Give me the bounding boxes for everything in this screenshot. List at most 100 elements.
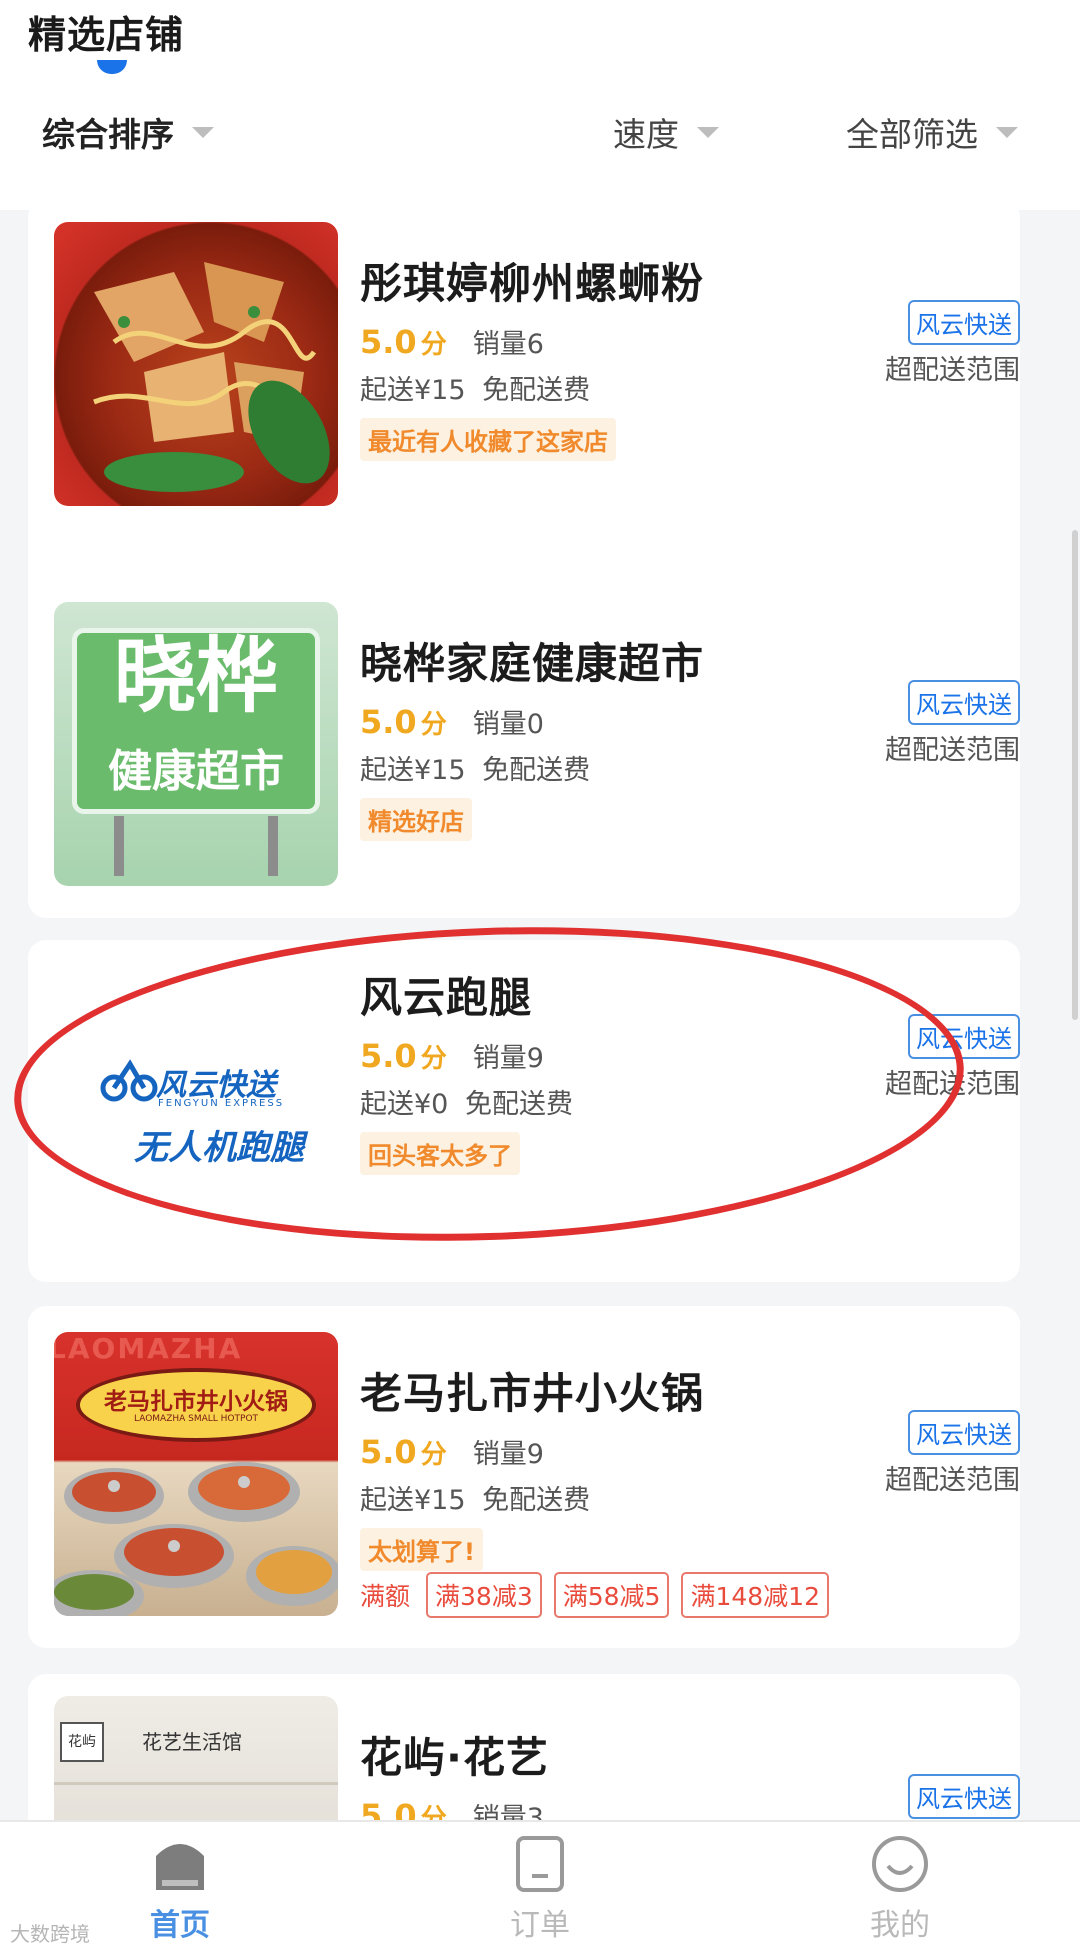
shop-thumbnail[interactable] [54,222,338,506]
sales-count: 销量9 [472,1043,544,1074]
delivery-fee: 免配送费 [482,1485,591,1516]
nav-profile[interactable]: 我的 [830,1834,970,1944]
sales-count: 销量0 [472,709,544,740]
hotpot-image [54,1462,338,1616]
rating-row: 5.0 分 销量6 [360,322,544,361]
nav-label: 订单 [510,1908,570,1943]
min-order: 起送¥0 [360,1089,449,1120]
promo-tag: 最近有人收藏了这家店 [360,418,616,461]
min-order: 起送¥15 [360,375,466,406]
promo-tag: 精选好店 [360,798,472,841]
delivery-badge: 风云快送 [908,300,1020,345]
thumb-text-small: 健康超市 [108,746,284,797]
shop-name[interactable]: 老马扎市井小火锅 [360,1360,704,1421]
sort-filter[interactable]: 综合排序 [42,108,214,156]
discount-label: 满额 [360,1582,411,1611]
speed-filter[interactable]: 速度 [613,108,719,156]
all-filter[interactable]: 全部筛选 [846,108,1018,156]
shop-thumbnail[interactable]: 风云快送 FENGYUN EXPRESS 无人机跑腿 [54,966,338,1250]
section-title: 精选店铺 [28,13,185,57]
header: 精选店铺 综合排序 速度 全部筛选 [0,0,1080,210]
range-text: 超配送范围 [885,1465,1020,1496]
sales-count: 销量6 [472,329,544,360]
chevron-down-icon [192,126,214,138]
shop-name[interactable]: 彤琪婷柳州螺蛳粉 [360,250,704,311]
chevron-down-icon [697,126,719,138]
thumb-text-big: 晓桦 [113,629,278,724]
rating-row: 5.0 分 销量9 [360,1036,544,1075]
bottom-nav: 首页 订单 我的 [0,1820,1080,1958]
discount-chip: 满148减12 [681,1572,829,1618]
score-unit: 分 [420,710,447,740]
shop-card[interactable]: 晓桦 健康超市 晓桦家庭健康超市 5.0 分 销量0 起送¥15 免配送费 精选… [28,576,1020,918]
shop-thumbnail[interactable]: 花屿 花艺生活馆 [54,1696,338,1820]
logo-sub: FENGYUN EXPRESS [158,1098,285,1109]
promo-tag: 回头客太多了 [360,1132,520,1175]
thumb-logo: 花屿 [60,1722,104,1762]
min-order: 起送¥15 [360,755,466,786]
chevron-down-icon [996,126,1018,138]
order-icon [516,1836,564,1892]
speed-filter-label: 速度 [613,115,679,154]
delivery-badge: 风云快送 [908,1410,1020,1455]
nav-home[interactable]: 首页 [110,1834,250,1944]
rating-row: 5.0 分 销量9 [360,1432,544,1471]
score-unit: 分 [420,330,447,360]
range-text: 超配送范围 [885,355,1020,386]
sort-filter-label: 综合排序 [42,115,174,154]
nav-order[interactable]: 订单 [470,1834,610,1944]
shop-card[interactable]: 风云快送 FENGYUN EXPRESS 无人机跑腿 风云跑腿 5.0 分 销量… [28,940,1020,1282]
score-unit: 分 [420,1044,447,1074]
score: 5.0 [360,703,417,741]
range-text: 超配送范围 [885,735,1020,766]
fee-row: 起送¥15 免配送费 [360,748,590,787]
discount-chip: 满38减3 [426,1572,542,1618]
profile-icon [872,1836,928,1892]
delivery-badge: 风云快送 [908,680,1020,725]
delivery-fee: 免配送费 [482,375,591,406]
score-unit: 分 [420,1804,447,1820]
noodle-bowl-image [93,262,330,492]
title-indicator [97,60,127,74]
promo-tag: 太划算了! [360,1528,483,1571]
divider [54,1782,338,1785]
drone-logo-icon [100,1059,158,1102]
fee-row: 起送¥0 免配送费 [360,1082,573,1121]
discount-chip: 满58减5 [553,1572,670,1618]
shop-card[interactable]: LAOMAZHA 老马扎市井小火锅 LAOMAZHA SMALL HOTPOT … [28,1306,1020,1648]
delivery-info: 风云快送 超配送范围 [820,210,1020,400]
rating-row: 5.0 分 销量0 [360,702,544,741]
range-text: 超配送范围 [885,1069,1020,1100]
score: 5.0 [360,1037,417,1075]
shop-name[interactable]: 花屿·花艺 [360,1724,549,1785]
home-icon [156,1844,204,1890]
score: 5.0 [360,1433,417,1471]
shop-thumbnail[interactable]: 晓桦 健康超市 [54,602,338,886]
watermark: 大数跨境 [10,1922,90,1946]
shop-name[interactable]: 晓桦家庭健康超市 [360,630,704,691]
shop-name[interactable]: 风云跑腿 [360,964,532,1025]
shop-list[interactable]: 彤琪婷柳州螺蛳粉 5.0 分 销量6 起送¥15 免配送费 最近有人收藏了这家店… [0,210,1080,1820]
score: 5.0 [360,1797,417,1820]
delivery-fee: 免配送费 [464,1089,573,1120]
min-order: 起送¥15 [360,1485,466,1516]
delivery-badge: 风云快送 [908,1774,1020,1819]
nav-label: 我的 [870,1908,930,1943]
nav-label: 首页 [150,1908,210,1943]
thumb-sign: 花艺生活馆 [142,1730,242,1754]
thumb-bg-text: LAOMAZHA [54,1332,243,1365]
sales-count: 销量3 [472,1803,544,1820]
discount-row: 满额 满38减3 满58减5 满148减12 [360,1572,829,1618]
scrollbar[interactable] [1072,530,1078,1020]
sales-count: 销量9 [472,1439,544,1470]
score: 5.0 [360,323,417,361]
shop-thumbnail[interactable]: LAOMAZHA 老马扎市井小火锅 LAOMAZHA SMALL HOTPOT [54,1332,338,1616]
delivery-fee: 免配送费 [482,755,591,786]
shop-card[interactable]: 花屿 花艺生活馆 花屿·花艺 5.0 分 销量3 风云快送 [28,1674,1020,1820]
thumb-banner-sub: LAOMAZHA SMALL HOTPOT [133,1414,259,1424]
sign-post [268,816,278,876]
fee-row: 起送¥15 免配送费 [360,1478,590,1517]
sign-post [114,816,124,876]
logo-slogan: 无人机跑腿 [134,1128,304,1168]
fee-row: 起送¥15 免配送费 [360,368,590,407]
